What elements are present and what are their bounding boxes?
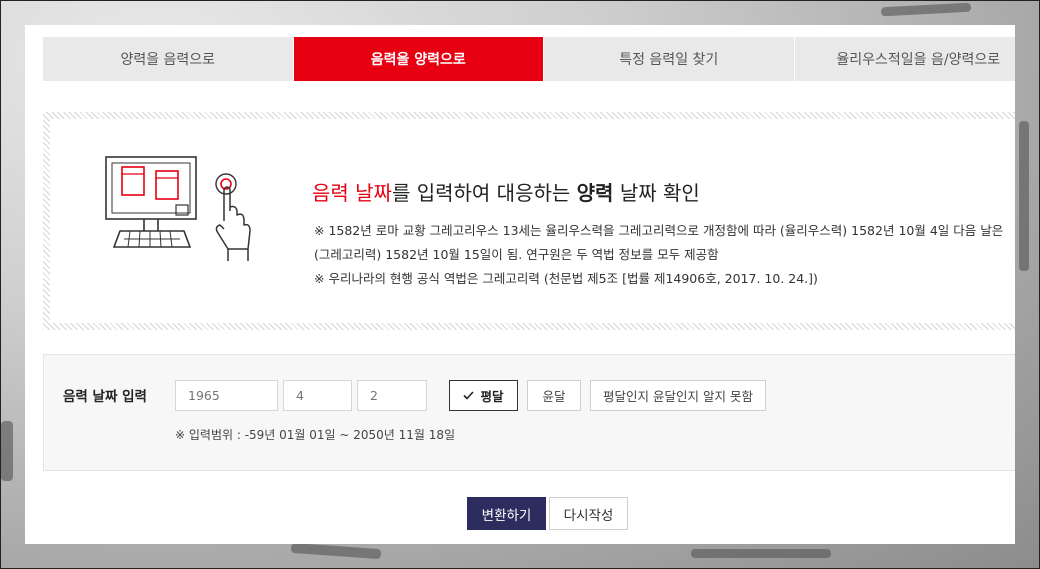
title-text-middle: 를 입력하여 대응하는 — [391, 181, 577, 205]
leap-month-button[interactable]: 윤달 — [527, 380, 581, 411]
title-highlight-solar: 양력 — [576, 181, 614, 205]
input-range-note: ※ 입력범위 : -59년 01월 01일 ~ 2050년 11월 18일 — [175, 428, 456, 442]
info-notes: ※ 1582년 로마 교황 그레고리우스 13세는 율리우스력을 그레고리력으로… — [314, 219, 1014, 291]
day-input[interactable] — [357, 380, 427, 411]
unknown-month-label: 평달인지 윤달인지 알지 못함 — [603, 389, 753, 404]
year-input[interactable] — [175, 380, 278, 411]
date-input-area: 음력 날짜 입력 평달 윤달 평달인지 윤달인지 알지 못함 ※ 입력범위 : … — [43, 354, 1015, 471]
info-title: 음력 날짜를 입력하여 대응하는 양력 날짜 확인 — [312, 177, 700, 206]
convert-button[interactable]: 변환하기 — [467, 497, 546, 530]
computer-touch-illustration — [105, 156, 251, 261]
tab-julian-day[interactable]: 율리우스적일을 음/양력으로 — [794, 37, 1015, 81]
normal-month-button[interactable]: 평달 — [449, 380, 518, 411]
tab-lunar-to-solar[interactable]: 음력을 양력으로 — [293, 37, 544, 81]
unknown-month-button[interactable]: 평달인지 윤달인지 알지 못함 — [590, 380, 766, 411]
tab-find-lunar-date[interactable]: 특정 음력일 찾기 — [544, 37, 795, 81]
normal-month-label: 평달 — [480, 389, 504, 404]
check-icon — [463, 391, 475, 400]
info-box: 음력 날짜를 입력하여 대응하는 양력 날짜 확인 ※ 1582년 로마 교황 … — [43, 112, 1015, 330]
title-text-end: 날짜 확인 — [613, 181, 700, 205]
note-gregorian-reform: ※ 1582년 로마 교황 그레고리우스 13세는 율리우스력을 그레고리력으로… — [314, 223, 1004, 262]
title-highlight-lunar: 음력 날짜 — [312, 181, 392, 205]
tab-solar-to-lunar[interactable]: 양력을 음력으로 — [43, 37, 294, 81]
input-label: 음력 날짜 입력 — [63, 389, 147, 405]
converter-panel: 양력을 음력으로 음력을 양력으로 특정 음력일 찾기 율리우스적일을 음/양력… — [25, 25, 1015, 544]
month-input[interactable] — [283, 380, 352, 411]
tab-bar: 양력을 음력으로 음력을 양력으로 특정 음력일 찾기 율리우스적일을 음/양력… — [43, 37, 1015, 81]
leap-month-label: 윤달 — [542, 389, 566, 404]
reset-button[interactable]: 다시작성 — [549, 497, 628, 530]
note-official-calendar: ※ 우리나라의 현행 공식 역법은 그레고리력 (천문법 제5조 [법률 제14… — [314, 271, 818, 286]
